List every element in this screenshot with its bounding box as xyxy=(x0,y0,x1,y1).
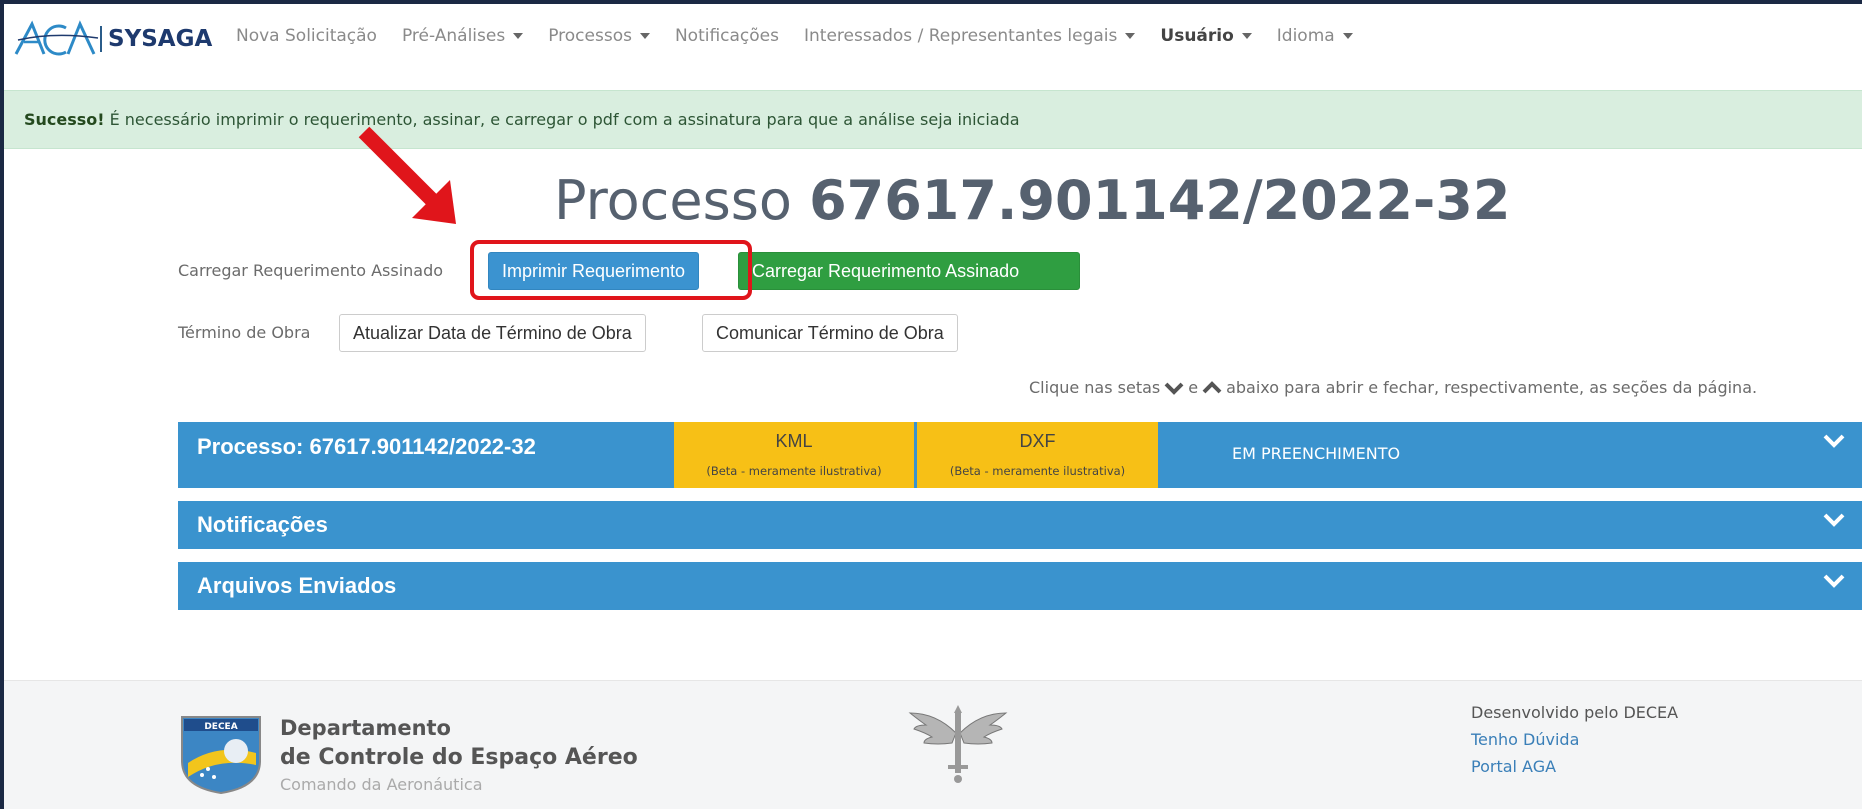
title-prefix: Processo xyxy=(554,169,792,232)
nav-label: Notificações xyxy=(674,26,779,46)
brand-name: SYSAGA xyxy=(108,26,213,52)
caret-down-icon xyxy=(1241,33,1252,39)
nav-idioma[interactable]: Idioma xyxy=(1277,26,1353,46)
process-panel-header[interactable]: Processo: 67617.901142/2022-32 KML (Beta… xyxy=(178,422,1862,488)
chevron-down-icon[interactable] xyxy=(1822,573,1846,589)
notifications-panel-title: Notificações xyxy=(197,512,328,537)
sent-files-panel-title: Arquivos Enviados xyxy=(197,573,397,598)
success-alert: Sucesso! É necessário imprimir o requeri… xyxy=(4,90,1862,149)
aga-logo xyxy=(14,20,99,56)
dxf-download[interactable]: DXF (Beta - meramente ilustrativa) xyxy=(917,422,1158,488)
hint-text-middle: e xyxy=(1188,378,1199,397)
decea-shield-logo: DECEA xyxy=(181,716,261,795)
sent-files-panel-header[interactable]: Arquivos Enviados xyxy=(178,562,1862,610)
page-title: Processo 67617.901142/2022-32 xyxy=(554,169,1510,232)
kml-label: KML xyxy=(775,431,813,451)
nav-label: Nova Solicitação xyxy=(236,26,377,46)
alert-message: É necessário imprimir o requerimento, as… xyxy=(109,110,1020,129)
help-link[interactable]: Tenho Dúvida xyxy=(1471,730,1579,749)
process-panel-title: Processo: 67617.901142/2022-32 xyxy=(197,434,536,459)
caret-down-icon xyxy=(1125,33,1136,39)
chevron-down-icon xyxy=(1164,382,1184,395)
nav-usuario[interactable]: Usuário xyxy=(1160,26,1252,46)
navbar: SYSAGA Nova Solicitação Pré-Análises Pro… xyxy=(4,4,1862,80)
caret-down-icon xyxy=(639,33,650,39)
chevron-up-icon xyxy=(1202,380,1222,393)
air-force-wings-emblem xyxy=(908,705,1008,783)
portal-aga-link[interactable]: Portal AGA xyxy=(1471,757,1556,776)
hint-text-before: Clique nas setas xyxy=(1029,378,1161,397)
caret-down-icon xyxy=(1342,33,1353,39)
nav-label: Processos xyxy=(548,26,632,46)
process-status: EM PREENCHIMENTO xyxy=(1232,444,1401,463)
dxf-sublabel: (Beta - meramente ilustrativa) xyxy=(949,464,1126,478)
brand[interactable]: SYSAGA xyxy=(14,18,212,60)
nav-label: Pré-Análises xyxy=(401,26,506,46)
caret-down-icon xyxy=(513,33,524,39)
end-of-work-label: Término de Obra xyxy=(178,323,311,342)
alert-title: Sucesso! xyxy=(24,110,105,129)
dept-name-line2: de Controle do Espaço Aéreo xyxy=(280,745,638,770)
dept-name-line1: Departamento xyxy=(280,716,451,740)
nav-links: Nova Solicitação Pré-Análises Processos … xyxy=(236,26,1378,46)
kml-sublabel: (Beta - meramente ilustrativa) xyxy=(706,464,882,478)
sections-hint: Clique nas setas e abaixo para abrir e f… xyxy=(1029,378,1757,397)
nav-label: Idioma xyxy=(1276,26,1335,46)
notifications-panel-header[interactable]: Notificações xyxy=(178,501,1862,549)
upload-signed-request-button[interactable]: Carregar Requerimento Assinado xyxy=(738,252,1080,290)
decea-logo-text: DECEA xyxy=(204,722,237,732)
hint-text-after: abaixo para abrir e fechar, respectivame… xyxy=(1226,378,1758,397)
red-arrow-annotation xyxy=(358,126,456,224)
signed-request-label: Carregar Requerimento Assinado xyxy=(178,261,444,280)
communicate-end-button[interactable]: Comunicar Término de Obra xyxy=(702,314,958,352)
highlight-annotation xyxy=(470,240,752,300)
kml-download[interactable]: KML (Beta - meramente ilustrativa) xyxy=(674,422,914,488)
update-end-date-button[interactable]: Atualizar Data de Término de Obra xyxy=(339,314,646,352)
nav-pre-analises[interactable]: Pré-Análises xyxy=(401,26,524,46)
dept-command: Comando da Aeronáutica xyxy=(280,775,483,794)
process-number: 67617.901142/2022-32 xyxy=(809,169,1511,232)
chevron-down-icon[interactable] xyxy=(1822,433,1846,449)
nav-label: Interessados / Representantes legais xyxy=(804,26,1118,46)
developed-by: Desenvolvido pelo DECEA xyxy=(1471,703,1679,722)
dxf-label: DXF xyxy=(1019,431,1056,451)
nav-processos[interactable]: Processos xyxy=(548,26,650,46)
nav-interessados[interactable]: Interessados / Representantes legais xyxy=(804,26,1136,46)
nav-notificacoes[interactable]: Notificações xyxy=(675,26,779,46)
nav-nova-solicitacao[interactable]: Nova Solicitação xyxy=(236,26,377,46)
chevron-down-icon[interactable] xyxy=(1822,512,1846,528)
browser-page: SYSAGA Nova Solicitação Pré-Análises Pro… xyxy=(4,4,1862,809)
nav-label: Usuário xyxy=(1160,26,1234,46)
footer: DECEA Departamento de Controle do Espaço… xyxy=(4,680,1862,809)
brand-separator xyxy=(100,26,102,52)
